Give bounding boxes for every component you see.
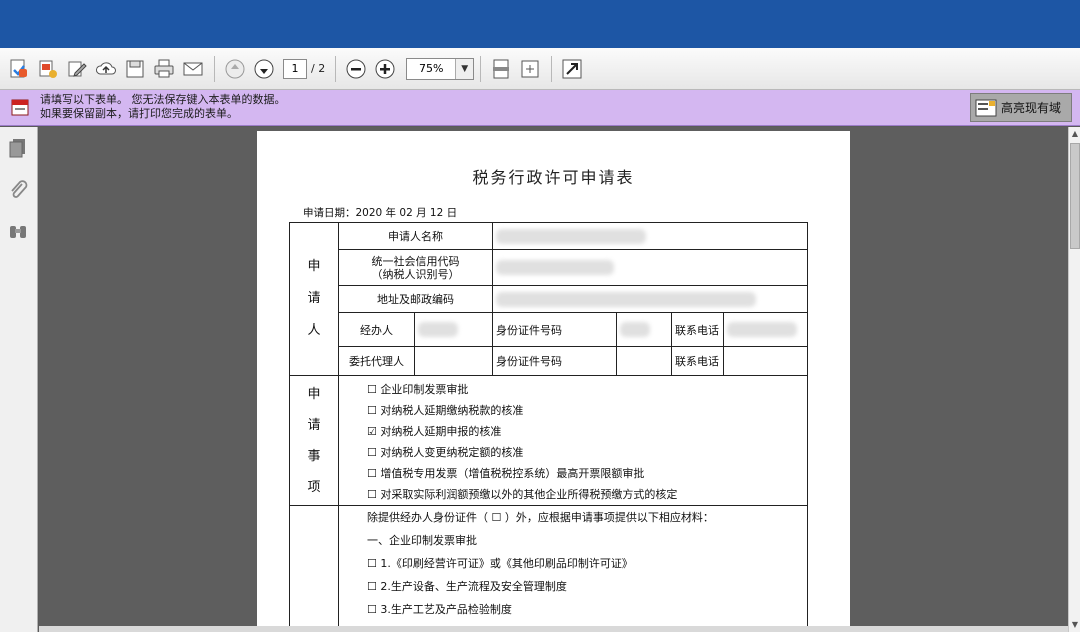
- cloud-upload-icon[interactable]: [92, 55, 119, 82]
- address-postcode-label: 地址及邮政编码: [338, 285, 493, 313]
- proxy-phone-label: 联系电话: [671, 346, 724, 376]
- list-item[interactable]: ☐ 对采取实际利润额预缴以外的其他企业所得税预缴方式的核定: [367, 484, 804, 505]
- toolbar: 1 / 2 75% ▼: [0, 48, 1080, 90]
- scroll-up-icon[interactable]: ▲: [1069, 127, 1080, 141]
- vertical-scrollbar[interactable]: ▲ ▼: [1068, 127, 1080, 632]
- proxy-id-field[interactable]: [616, 346, 672, 376]
- agent-id-label: 身份证件号码: [492, 312, 617, 347]
- list-item[interactable]: ☐ 1.《印刷经营许可证》或《其他印刷品印制许可证》: [367, 552, 804, 575]
- list-item[interactable]: ☐ 企业印制发票审批: [367, 379, 804, 400]
- agent-phone-field[interactable]: [723, 312, 808, 347]
- list-item[interactable]: ☐ 对纳税人延期缴纳税款的核准: [367, 400, 804, 421]
- navigation-panel: [0, 127, 38, 632]
- address-postcode-field[interactable]: [492, 285, 808, 313]
- toolbar-separator: [551, 55, 553, 82]
- scroll-mode-icon[interactable]: [487, 55, 514, 82]
- list-item[interactable]: ☑ 对纳税人延期申报的核准: [367, 421, 804, 442]
- agent-id-field[interactable]: [616, 312, 672, 347]
- credit-code-label: 统一社会信用代码 （纳税人识别号）: [338, 249, 493, 286]
- highlight-fields-icon: [975, 99, 997, 116]
- scrollbar-thumb[interactable]: [1070, 143, 1080, 249]
- fullscreen-icon[interactable]: [558, 55, 585, 82]
- horizontal-scroll-track: [39, 626, 1068, 632]
- edit-icon[interactable]: [63, 55, 90, 82]
- toolbar-separator: [214, 55, 215, 82]
- chevron-down-icon[interactable]: ▼: [455, 58, 474, 79]
- zoom-select[interactable]: 75% ▼: [406, 57, 475, 80]
- agent-name-field[interactable]: [414, 312, 493, 347]
- materials-section-label: [289, 505, 339, 632]
- page-total-label: / 2: [311, 62, 326, 75]
- application-form-table: 申 请 人 申请人名称 统一社会信用代码 （纳税人识别号） 地址及邮政编码 经办…: [289, 222, 808, 632]
- credit-code-field[interactable]: [492, 249, 808, 286]
- materials-list: 除提供经办人身份证件（ ☐ ）外，应根据申请事项提供以下相应材料： 一、企业印制…: [338, 505, 808, 632]
- print-icon[interactable]: [150, 55, 177, 82]
- form-message-line2: 如果要保留副本，请打印您完成的表单。: [40, 107, 238, 120]
- proxy-id-label: 身份证件号码: [492, 346, 617, 376]
- toolbar-separator: [480, 55, 482, 82]
- export-icon[interactable]: [34, 55, 61, 82]
- zoom-in-icon[interactable]: [371, 55, 398, 82]
- proxy-name-field[interactable]: [414, 346, 493, 376]
- agent-phone-label: 联系电话: [671, 312, 724, 347]
- applicant-name-label: 申请人名称: [338, 222, 493, 250]
- materials-heading: 一、企业印制发票审批: [367, 534, 477, 547]
- search-binoculars-icon[interactable]: [7, 221, 29, 243]
- email-icon[interactable]: [179, 55, 206, 82]
- scroll-down-icon[interactable]: ▼: [1069, 618, 1080, 632]
- attachment-icon[interactable]: [7, 179, 29, 201]
- proxy-phone-field[interactable]: [723, 346, 808, 376]
- fit-page-icon[interactable]: [516, 55, 543, 82]
- applicant-name-field[interactable]: [492, 222, 808, 250]
- form-message-line1: 请填写以下表单。 您无法保存键入本表单的数据。: [40, 93, 286, 106]
- items-section-label: 申 请 事 项: [289, 375, 339, 506]
- materials-intro: 除提供经办人身份证件（ ☐ ）外，应根据申请事项提供以下相应材料：: [367, 511, 714, 524]
- highlight-fields-button[interactable]: 高亮现有域: [970, 93, 1072, 122]
- agent-label: 经办人: [338, 312, 415, 347]
- window-titlebar: [0, 0, 1080, 48]
- form-icon: [9, 96, 31, 118]
- page-number-input[interactable]: 1: [283, 58, 307, 79]
- application-date: 申请日期：2020 年 02 月 12 日: [303, 207, 458, 219]
- document-title: 税务行政许可申请表: [472, 168, 635, 187]
- zoom-out-icon[interactable]: [342, 55, 369, 82]
- list-item[interactable]: ☐ 对纳税人变更纳税定额的核准: [367, 442, 804, 463]
- items-list: ☐ 企业印制发票审批 ☐ 对纳税人延期缴纳税款的核准 ☑ 对纳税人延期申报的核准…: [338, 375, 808, 506]
- save-icon[interactable]: [121, 55, 148, 82]
- document-viewport[interactable]: 税务行政许可申请表 申请日期：2020 年 02 月 12 日 申 请 人 申请…: [39, 127, 1068, 632]
- list-item[interactable]: ☐ 2.生产设备、生产流程及安全管理制度: [367, 575, 804, 598]
- form-notification-bar: 请填写以下表单。 您无法保存键入本表单的数据。 如果要保留副本，请打印您完成的表…: [0, 90, 1080, 126]
- next-page-icon[interactable]: [250, 55, 277, 82]
- proxy-label: 委托代理人: [338, 346, 415, 376]
- previous-page-icon[interactable]: [221, 55, 248, 82]
- list-item[interactable]: ☐ 3.生产工艺及产品检验制度: [367, 598, 804, 621]
- list-item[interactable]: ☐ 增值税专用发票（增值税税控系统）最高开票限额审批: [367, 463, 804, 484]
- highlight-fields-label: 高亮现有域: [1001, 101, 1062, 115]
- applicant-section-label: 申 请 人: [289, 222, 339, 376]
- pdf-page: 税务行政许可申请表 申请日期：2020 年 02 月 12 日 申 请 人 申请…: [257, 131, 850, 632]
- create-pdf-icon[interactable]: [5, 55, 32, 82]
- toolbar-separator: [335, 55, 337, 82]
- zoom-value: 75%: [418, 62, 444, 75]
- pages-icon[interactable]: [7, 137, 29, 159]
